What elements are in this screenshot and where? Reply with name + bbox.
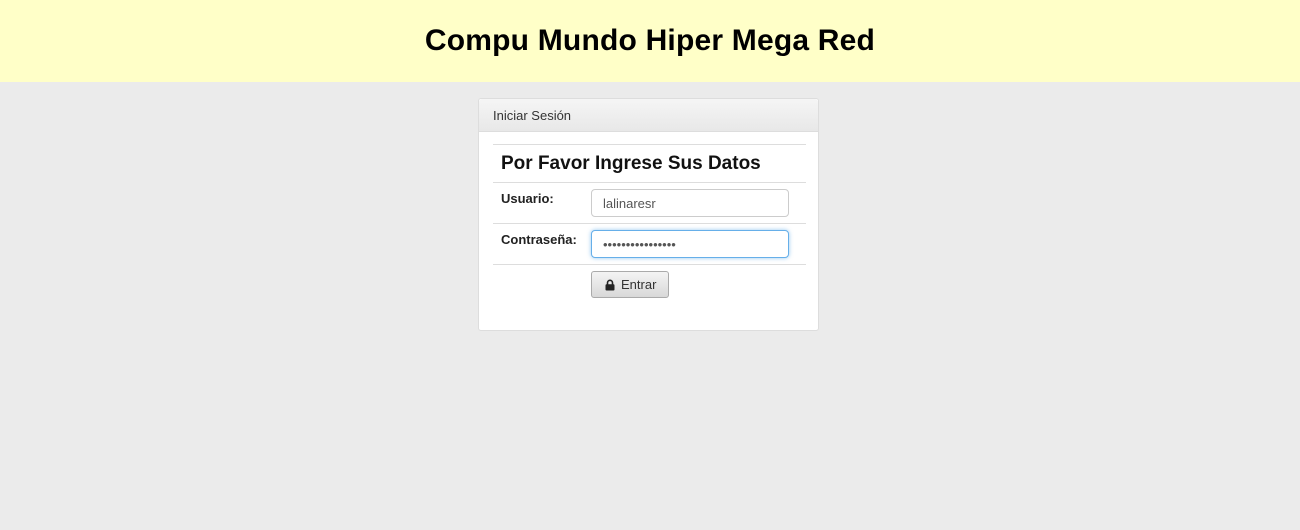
- username-row: Usuario:: [493, 182, 806, 224]
- form-caption: Por Favor Ingrese Sus Datos: [493, 144, 806, 183]
- password-input[interactable]: [591, 230, 789, 258]
- entrar-button[interactable]: Entrar: [591, 271, 670, 298]
- panel-heading: Iniciar Sesión: [479, 99, 818, 132]
- lock-icon: [604, 279, 616, 291]
- site-title: Compu Mundo Hiper Mega Red: [424, 24, 876, 57]
- password-label: Contraseña:: [493, 223, 591, 265]
- username-input[interactable]: [591, 189, 789, 217]
- submit-row: Entrar: [493, 264, 806, 298]
- panel-body: Por Favor Ingrese Sus Datos Usuario: Con…: [479, 132, 818, 298]
- login-form: Por Favor Ingrese Sus Datos Usuario: Con…: [493, 144, 806, 298]
- site-header: Compu Mundo Hiper Mega Red: [0, 0, 1300, 82]
- login-panel: Iniciar Sesión Por Favor Ingrese Sus Dat…: [478, 98, 819, 331]
- password-row: Contraseña:: [493, 223, 806, 265]
- entrar-label: Entrar: [621, 277, 657, 292]
- username-label: Usuario:: [493, 182, 591, 224]
